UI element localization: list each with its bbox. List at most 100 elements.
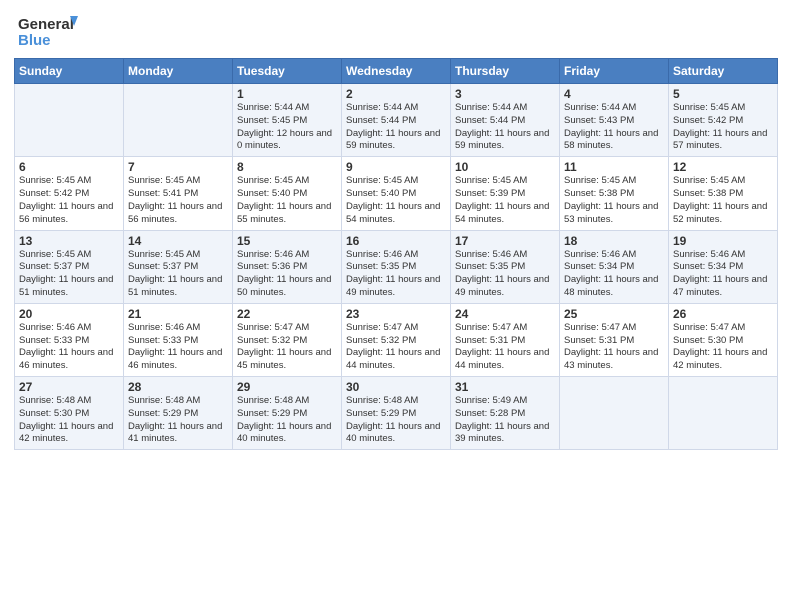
- calendar-cell: 7Sunrise: 5:45 AMSunset: 5:41 PMDaylight…: [124, 157, 233, 230]
- day-detail: Sunrise: 5:46 AMSunset: 5:33 PMDaylight:…: [128, 322, 228, 373]
- day-detail: Sunrise: 5:44 AMSunset: 5:45 PMDaylight:…: [237, 102, 337, 153]
- day-number: 4: [564, 87, 664, 101]
- header: GeneralBlue: [0, 0, 792, 58]
- header-day-sunday: Sunday: [15, 59, 124, 84]
- day-number: 6: [19, 160, 119, 174]
- calendar-cell: 31Sunrise: 5:49 AMSunset: 5:28 PMDayligh…: [451, 377, 560, 450]
- calendar-cell: 29Sunrise: 5:48 AMSunset: 5:29 PMDayligh…: [233, 377, 342, 450]
- calendar-cell: 19Sunrise: 5:46 AMSunset: 5:34 PMDayligh…: [669, 230, 778, 303]
- calendar-cell: 15Sunrise: 5:46 AMSunset: 5:36 PMDayligh…: [233, 230, 342, 303]
- day-detail: Sunrise: 5:45 AMSunset: 5:38 PMDaylight:…: [564, 175, 664, 226]
- calendar-cell: 16Sunrise: 5:46 AMSunset: 5:35 PMDayligh…: [342, 230, 451, 303]
- calendar-cell: 21Sunrise: 5:46 AMSunset: 5:33 PMDayligh…: [124, 303, 233, 376]
- week-row-2: 6Sunrise: 5:45 AMSunset: 5:42 PMDaylight…: [15, 157, 778, 230]
- day-detail: Sunrise: 5:47 AMSunset: 5:31 PMDaylight:…: [455, 322, 555, 373]
- day-number: 20: [19, 307, 119, 321]
- day-number: 3: [455, 87, 555, 101]
- calendar-cell: 25Sunrise: 5:47 AMSunset: 5:31 PMDayligh…: [560, 303, 669, 376]
- day-number: 24: [455, 307, 555, 321]
- calendar-cell: [669, 377, 778, 450]
- day-number: 15: [237, 234, 337, 248]
- day-number: 22: [237, 307, 337, 321]
- calendar-cell: 8Sunrise: 5:45 AMSunset: 5:40 PMDaylight…: [233, 157, 342, 230]
- header-day-monday: Monday: [124, 59, 233, 84]
- header-day-wednesday: Wednesday: [342, 59, 451, 84]
- day-detail: Sunrise: 5:46 AMSunset: 5:36 PMDaylight:…: [237, 249, 337, 300]
- day-number: 28: [128, 380, 228, 394]
- day-number: 11: [564, 160, 664, 174]
- calendar-cell: 28Sunrise: 5:48 AMSunset: 5:29 PMDayligh…: [124, 377, 233, 450]
- day-detail: Sunrise: 5:46 AMSunset: 5:34 PMDaylight:…: [673, 249, 773, 300]
- day-detail: Sunrise: 5:45 AMSunset: 5:39 PMDaylight:…: [455, 175, 555, 226]
- week-row-1: 1Sunrise: 5:44 AMSunset: 5:45 PMDaylight…: [15, 84, 778, 157]
- day-number: 14: [128, 234, 228, 248]
- day-detail: Sunrise: 5:45 AMSunset: 5:42 PMDaylight:…: [19, 175, 119, 226]
- calendar-cell: 20Sunrise: 5:46 AMSunset: 5:33 PMDayligh…: [15, 303, 124, 376]
- header-row: SundayMondayTuesdayWednesdayThursdayFrid…: [15, 59, 778, 84]
- calendar-cell: 6Sunrise: 5:45 AMSunset: 5:42 PMDaylight…: [15, 157, 124, 230]
- logo-svg: GeneralBlue: [18, 12, 78, 52]
- day-number: 5: [673, 87, 773, 101]
- calendar-cell: 12Sunrise: 5:45 AMSunset: 5:38 PMDayligh…: [669, 157, 778, 230]
- day-detail: Sunrise: 5:45 AMSunset: 5:37 PMDaylight:…: [128, 249, 228, 300]
- calendar-cell: 1Sunrise: 5:44 AMSunset: 5:45 PMDaylight…: [233, 84, 342, 157]
- calendar-cell: [15, 84, 124, 157]
- calendar-cell: 10Sunrise: 5:45 AMSunset: 5:39 PMDayligh…: [451, 157, 560, 230]
- day-detail: Sunrise: 5:46 AMSunset: 5:35 PMDaylight:…: [346, 249, 446, 300]
- day-number: 2: [346, 87, 446, 101]
- calendar-cell: 11Sunrise: 5:45 AMSunset: 5:38 PMDayligh…: [560, 157, 669, 230]
- day-number: 19: [673, 234, 773, 248]
- day-detail: Sunrise: 5:47 AMSunset: 5:32 PMDaylight:…: [237, 322, 337, 373]
- day-number: 21: [128, 307, 228, 321]
- day-number: 16: [346, 234, 446, 248]
- day-detail: Sunrise: 5:49 AMSunset: 5:28 PMDaylight:…: [455, 395, 555, 446]
- day-detail: Sunrise: 5:45 AMSunset: 5:40 PMDaylight:…: [237, 175, 337, 226]
- day-number: 8: [237, 160, 337, 174]
- calendar-cell: 26Sunrise: 5:47 AMSunset: 5:30 PMDayligh…: [669, 303, 778, 376]
- day-number: 1: [237, 87, 337, 101]
- header-day-thursday: Thursday: [451, 59, 560, 84]
- header-day-friday: Friday: [560, 59, 669, 84]
- calendar-cell: 3Sunrise: 5:44 AMSunset: 5:44 PMDaylight…: [451, 84, 560, 157]
- day-number: 18: [564, 234, 664, 248]
- day-number: 17: [455, 234, 555, 248]
- calendar-cell: 17Sunrise: 5:46 AMSunset: 5:35 PMDayligh…: [451, 230, 560, 303]
- calendar-cell: [560, 377, 669, 450]
- day-detail: Sunrise: 5:48 AMSunset: 5:29 PMDaylight:…: [237, 395, 337, 446]
- day-detail: Sunrise: 5:47 AMSunset: 5:31 PMDaylight:…: [564, 322, 664, 373]
- header-day-saturday: Saturday: [669, 59, 778, 84]
- day-detail: Sunrise: 5:48 AMSunset: 5:30 PMDaylight:…: [19, 395, 119, 446]
- day-detail: Sunrise: 5:45 AMSunset: 5:38 PMDaylight:…: [673, 175, 773, 226]
- day-number: 29: [237, 380, 337, 394]
- day-number: 31: [455, 380, 555, 394]
- calendar-cell: 5Sunrise: 5:45 AMSunset: 5:42 PMDaylight…: [669, 84, 778, 157]
- calendar-cell: 22Sunrise: 5:47 AMSunset: 5:32 PMDayligh…: [233, 303, 342, 376]
- day-detail: Sunrise: 5:45 AMSunset: 5:41 PMDaylight:…: [128, 175, 228, 226]
- day-detail: Sunrise: 5:45 AMSunset: 5:37 PMDaylight:…: [19, 249, 119, 300]
- day-detail: Sunrise: 5:44 AMSunset: 5:44 PMDaylight:…: [346, 102, 446, 153]
- svg-text:Blue: Blue: [18, 32, 51, 49]
- day-detail: Sunrise: 5:46 AMSunset: 5:34 PMDaylight:…: [564, 249, 664, 300]
- svg-text:General: General: [18, 16, 74, 33]
- day-detail: Sunrise: 5:46 AMSunset: 5:35 PMDaylight:…: [455, 249, 555, 300]
- day-number: 23: [346, 307, 446, 321]
- calendar-cell: 18Sunrise: 5:46 AMSunset: 5:34 PMDayligh…: [560, 230, 669, 303]
- day-number: 25: [564, 307, 664, 321]
- calendar-cell: 27Sunrise: 5:48 AMSunset: 5:30 PMDayligh…: [15, 377, 124, 450]
- day-number: 7: [128, 160, 228, 174]
- day-number: 27: [19, 380, 119, 394]
- day-number: 10: [455, 160, 555, 174]
- day-detail: Sunrise: 5:44 AMSunset: 5:43 PMDaylight:…: [564, 102, 664, 153]
- week-row-5: 27Sunrise: 5:48 AMSunset: 5:30 PMDayligh…: [15, 377, 778, 450]
- calendar-wrapper: SundayMondayTuesdayWednesdayThursdayFrid…: [0, 58, 792, 612]
- calendar-cell: 9Sunrise: 5:45 AMSunset: 5:40 PMDaylight…: [342, 157, 451, 230]
- week-row-4: 20Sunrise: 5:46 AMSunset: 5:33 PMDayligh…: [15, 303, 778, 376]
- day-detail: Sunrise: 5:47 AMSunset: 5:32 PMDaylight:…: [346, 322, 446, 373]
- day-number: 30: [346, 380, 446, 394]
- calendar-cell: 23Sunrise: 5:47 AMSunset: 5:32 PMDayligh…: [342, 303, 451, 376]
- day-detail: Sunrise: 5:48 AMSunset: 5:29 PMDaylight:…: [346, 395, 446, 446]
- calendar-table: SundayMondayTuesdayWednesdayThursdayFrid…: [14, 58, 778, 450]
- day-number: 26: [673, 307, 773, 321]
- day-detail: Sunrise: 5:46 AMSunset: 5:33 PMDaylight:…: [19, 322, 119, 373]
- day-detail: Sunrise: 5:47 AMSunset: 5:30 PMDaylight:…: [673, 322, 773, 373]
